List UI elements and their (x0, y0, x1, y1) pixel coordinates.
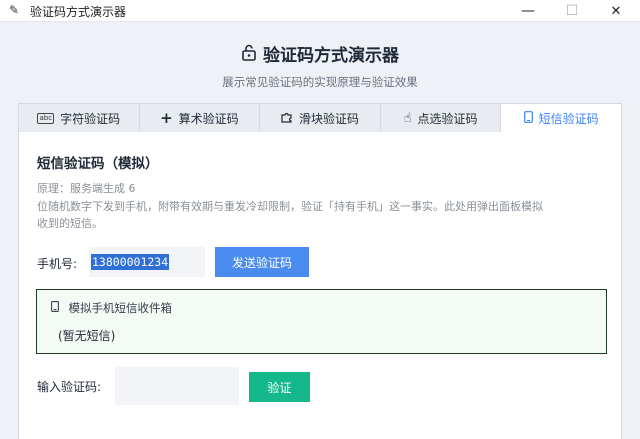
page-subtitle: 展示常见验证码的实现原理与验证效果 (222, 75, 418, 89)
window-title: 验证码方式演示器 (30, 5, 127, 19)
window-titlebar: ✎ 验证码方式演示器 — ☐ ✕ (0, 0, 640, 22)
phone-label: 手机号: (37, 257, 78, 271)
code-input[interactable] (115, 367, 239, 405)
phone-icon (523, 110, 533, 126)
inbox-title: 模拟手机短信收件箱 (51, 300, 172, 316)
tab-label: 字符验证码 (60, 111, 121, 126)
verify-button[interactable]: 验证 (249, 372, 310, 402)
panel-description: 原理：服务端生成 6 位随机数字下发到手机，附带有效期与重发冷却限制，验证「持有… (37, 180, 607, 233)
send-code-button[interactable]: 发送验证码 (215, 247, 309, 277)
page-title-text: 验证码方式演示器 (263, 46, 399, 66)
tab-label: 短信验证码 (538, 111, 599, 126)
abc-icon: abc (37, 112, 55, 124)
tab-slider-captcha[interactable]: 滑块验证码 (259, 103, 380, 133)
phone-icon (51, 301, 63, 315)
tab-char-captcha[interactable]: abc 字符验证码 (18, 103, 139, 133)
pointer-hand-icon: ☝ (403, 110, 412, 126)
plus-icon: + (160, 109, 173, 127)
tab-label: 滑块验证码 (298, 111, 359, 126)
inbox-title-text: 模拟手机短信收件箱 (68, 301, 173, 315)
description-line: 收到的短信。 (37, 217, 103, 230)
sms-inbox: 模拟手机短信收件箱 (暂无短信) (36, 289, 607, 354)
feather-icon: ✎ (9, 3, 20, 17)
tab-label: 算术验证码 (178, 111, 239, 126)
tab-bar: abc 字符验证码 + 算术验证码 滑块验证码 ☝ 点选验证码 短信验证码 (18, 103, 622, 133)
maximize-button[interactable]: ☐ (552, 0, 592, 22)
phone-input-value: 13800001234 (91, 254, 170, 270)
tab-math-captcha[interactable]: + 算术验证码 (138, 103, 260, 133)
description-line: 原理：服务端生成 6 (37, 182, 136, 195)
code-label: 输入验证码: (37, 380, 102, 394)
phone-input[interactable]: 13800001234 (89, 247, 205, 277)
puzzle-icon (281, 111, 293, 126)
panel-title: 短信验证码（模拟） (37, 156, 159, 172)
inbox-empty-text: (暂无短信) (58, 329, 116, 343)
tab-sms-captcha[interactable]: 短信验证码 (500, 103, 622, 133)
minimize-button[interactable]: — (508, 0, 548, 22)
description-line: 位随机数字下发到手机，附带有效期与重发冷却限制，验证「持有手机」这一事实。此处用… (37, 199, 543, 213)
close-button[interactable]: ✕ (596, 0, 636, 22)
page-title: 验证码方式演示器 (0, 41, 640, 66)
sms-panel: 短信验证码（模拟） 原理：服务端生成 6 位随机数字下发到手机，附带有效期与重发… (18, 132, 622, 439)
tab-label: 点选验证码 (417, 111, 478, 126)
lock-icon (241, 44, 257, 66)
tab-click-captcha[interactable]: ☝ 点选验证码 (379, 103, 501, 133)
